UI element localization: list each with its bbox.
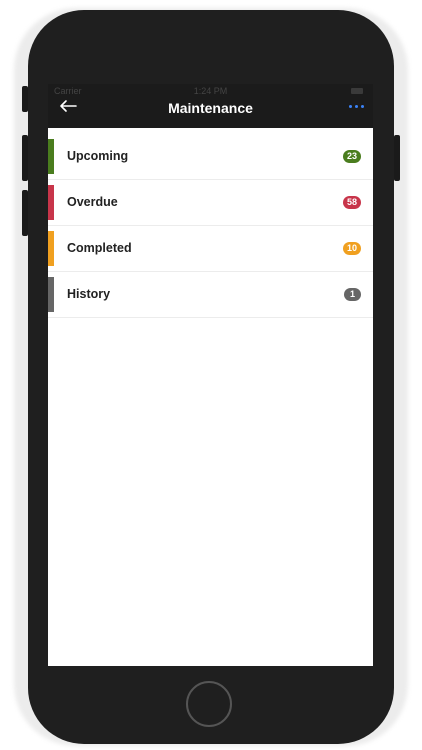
list-item-history[interactable]: History 1: [48, 272, 373, 318]
home-button[interactable]: [186, 681, 232, 727]
list-item-label: Completed: [67, 241, 132, 255]
status-color-bar: [48, 277, 54, 312]
list-item-completed[interactable]: Completed 10: [48, 226, 373, 272]
more-horizontal-icon[interactable]: [349, 104, 367, 110]
status-color-bar: [48, 231, 54, 266]
navigation-bar: Carrier 1:24 PM Maintenance: [48, 84, 373, 128]
status-bar: Carrier 1:24 PM: [48, 84, 373, 98]
volume-up-button: [22, 135, 28, 181]
mute-switch: [22, 86, 28, 112]
status-color-bar: [48, 139, 54, 174]
status-color-bar: [48, 185, 54, 220]
list-item-label: History: [67, 287, 111, 301]
count-badge: 23: [342, 150, 361, 163]
list-item-upcoming[interactable]: Upcoming 23: [48, 134, 373, 180]
clock-time: 1:24 PM: [193, 86, 228, 96]
volume-down-button: [22, 190, 28, 236]
app-screen: Carrier 1:24 PM Maintenance Upcoming 23 …: [48, 84, 373, 666]
battery-icon: [351, 88, 363, 94]
page-title: Maintenance: [168, 100, 253, 116]
count-badge: 58: [342, 196, 361, 209]
list-item-overdue[interactable]: Overdue 58: [48, 180, 373, 226]
list-item-label: Overdue: [67, 195, 118, 209]
power-button: [394, 135, 400, 181]
count-badge: 1: [344, 288, 361, 301]
list-item-label: Upcoming: [67, 149, 129, 163]
count-badge: 10: [342, 242, 361, 255]
maintenance-list: Upcoming 23 Overdue 58 Completed 10 Hist…: [48, 134, 373, 318]
